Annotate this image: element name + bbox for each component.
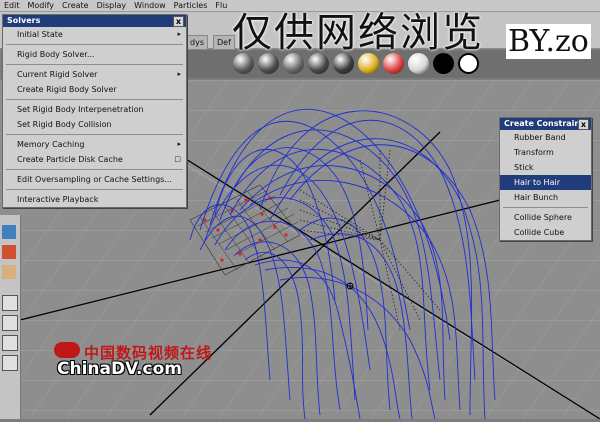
menu-item-label: Set Rigid Body Interpenetration	[17, 105, 144, 114]
menu-create[interactable]: Create	[58, 0, 93, 11]
menu-item-create-particle-disk-cache[interactable]: Create Particle Disk Cache □	[3, 152, 186, 167]
submenu-arrow-icon[interactable]: ▸	[177, 137, 181, 152]
menu-item-label: Collide Cube	[514, 228, 565, 237]
menu-item-label: Set Rigid Body Collision	[17, 120, 112, 129]
menu-item-label: Initial State	[17, 30, 63, 39]
create-constraint-menu-title[interactable]: Create Constraint x	[500, 118, 591, 130]
menu-item-label: Hair Bunch	[514, 193, 559, 202]
menu-item-label: Edit Oversampling or Cache Settings...	[17, 175, 172, 184]
create-constraint-menu: Create Constraint x Rubber Band Transform…	[499, 117, 592, 241]
menu-modify[interactable]: Modify	[24, 0, 59, 11]
menu-item-label: Hair to Hair	[514, 178, 560, 187]
menu-separator	[503, 207, 588, 208]
menu-item-create-rigid-body-solver[interactable]: Create Rigid Body Solver	[3, 82, 186, 97]
menu-item-label: Memory Caching	[17, 140, 85, 149]
menu-item-collide-sphere[interactable]: Collide Sphere	[500, 210, 591, 225]
menu-item-label: Interactive Playback	[17, 195, 99, 204]
menu-window[interactable]: Window	[130, 0, 170, 11]
tool-sidebar	[0, 215, 21, 419]
menu-separator	[6, 134, 183, 135]
menu-item-label: Collide Sphere	[514, 213, 572, 222]
close-icon[interactable]: x	[578, 119, 589, 130]
tool-icon[interactable]	[2, 295, 18, 311]
logo-en-text: ChinaDV.com	[57, 359, 182, 379]
menu-item-label: Transform	[514, 148, 554, 157]
menu-item-hair-to-hair[interactable]: Hair to Hair	[500, 175, 591, 190]
menu-item-edit-oversampling-or-cache-settings[interactable]: Edit Oversampling or Cache Settings...	[3, 172, 186, 187]
menu-item-memory-caching[interactable]: Memory Caching ▸	[3, 137, 186, 152]
solvers-menu: Solvers x Initial State ▸ Rigid Body Solve…	[2, 14, 187, 208]
tool-icon[interactable]	[2, 335, 18, 351]
menu-item-label: Rigid Body Solver...	[17, 50, 95, 59]
menu-item-initial-state[interactable]: Initial State ▸	[3, 27, 186, 42]
menu-item-label: Create Rigid Body Solver	[17, 85, 117, 94]
menu-item-rigid-body-solver[interactable]: Rigid Body Solver...	[3, 47, 186, 62]
menu-item-set-rigid-body-interpenetration[interactable]: Set Rigid Body Interpenetration	[3, 102, 186, 117]
option-box-icon[interactable]: □	[174, 152, 181, 167]
tool-icon[interactable]	[2, 245, 16, 259]
watermark-by: BY.zo	[506, 24, 591, 59]
menu-item-set-rigid-body-collision[interactable]: Set Rigid Body Collision	[3, 117, 186, 132]
menu-display[interactable]: Display	[93, 0, 131, 11]
menu-separator	[6, 44, 183, 45]
menu-item-label: Create Particle Disk Cache	[17, 155, 123, 164]
tool-icon[interactable]	[2, 315, 18, 331]
menu-item-rubber-band[interactable]: Rubber Band	[500, 130, 591, 145]
menu-particles[interactable]: Particles	[170, 0, 212, 11]
tab-dys[interactable]: dys	[186, 35, 208, 50]
menu-item-label: Current Rigid Solver	[17, 70, 98, 79]
menu-item-label: Stick	[514, 163, 534, 172]
submenu-arrow-icon[interactable]: ▸	[177, 67, 181, 82]
submenu-arrow-icon[interactable]: ▸	[177, 27, 181, 42]
menu-item-stick[interactable]: Stick	[500, 160, 591, 175]
menu-edit[interactable]: Edit	[0, 0, 24, 11]
menu-item-interactive-playback[interactable]: Interactive Playback	[3, 192, 186, 207]
menu-separator	[6, 169, 183, 170]
close-icon[interactable]: x	[173, 16, 184, 27]
menu-item-collide-cube[interactable]: Collide Cube	[500, 225, 591, 240]
menu-flu[interactable]: Flu	[211, 0, 231, 11]
solvers-menu-title[interactable]: Solvers x	[3, 15, 186, 27]
menu-separator	[6, 99, 183, 100]
tool-icon[interactable]	[2, 355, 18, 371]
menu-item-label: Rubber Band	[514, 133, 566, 142]
tool-icon[interactable]	[2, 225, 16, 239]
logo-icon	[54, 342, 80, 358]
menu-separator	[6, 189, 183, 190]
menu-item-current-rigid-solver[interactable]: Current Rigid Solver ▸	[3, 67, 186, 82]
menu-separator	[6, 64, 183, 65]
tool-icon[interactable]	[2, 265, 16, 279]
watermark-text: 仅供网络浏览	[232, 10, 484, 56]
menu-item-transform[interactable]: Transform	[500, 145, 591, 160]
menu-item-hair-bunch[interactable]: Hair Bunch	[500, 190, 591, 205]
